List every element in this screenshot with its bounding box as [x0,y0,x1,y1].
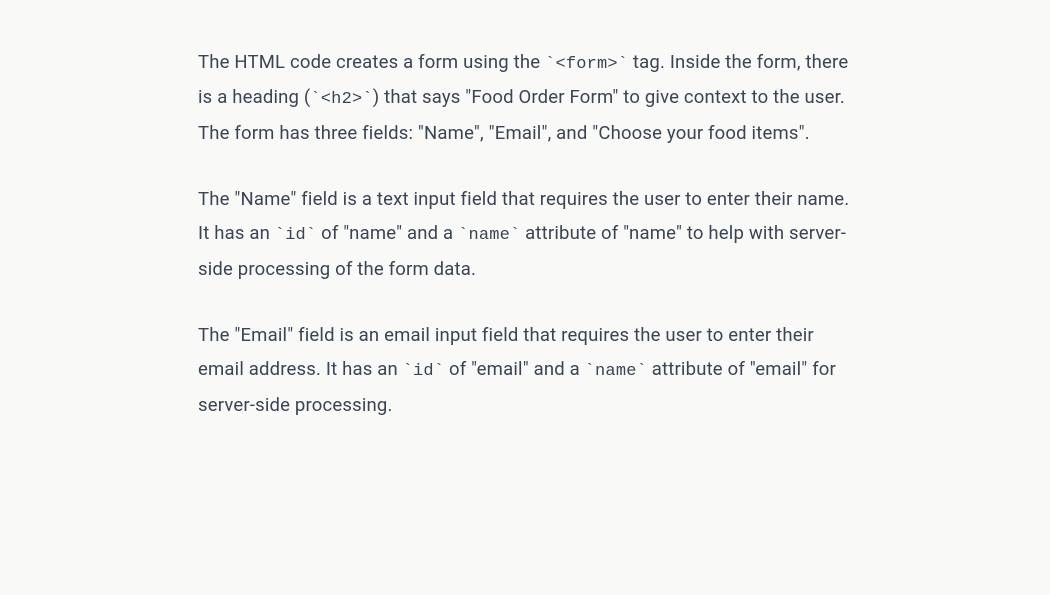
inline-code: name [458,226,520,245]
paragraph-1: The HTML code creates a form using the <… [198,45,852,150]
text-segment: The HTML code creates a form using the [198,51,545,73]
inline-code: <form> [545,55,628,74]
inline-code: <h2> [310,90,372,109]
inline-code: id [275,226,317,245]
inline-code: name [585,362,647,381]
text-segment: of "email" and a [444,358,584,380]
inline-code: id [403,362,445,381]
text-segment: of "name" and a [316,222,458,244]
paragraph-2: The "Name" field is a text input field t… [198,182,852,286]
paragraph-3: The "Email" field is an email input fiel… [198,318,852,422]
